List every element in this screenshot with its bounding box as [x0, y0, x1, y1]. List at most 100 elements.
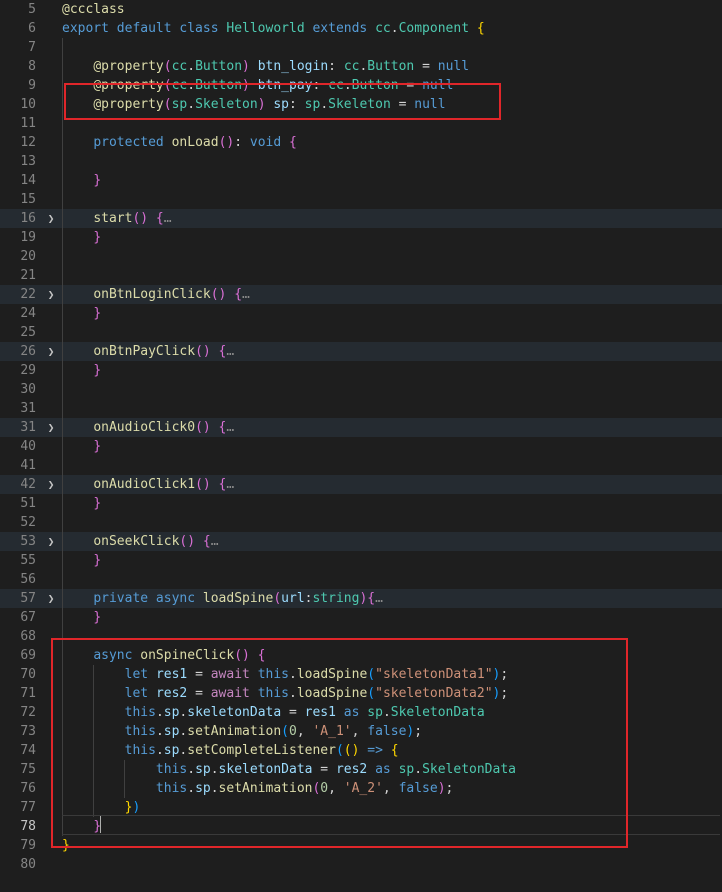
line-number: 80 [20, 857, 36, 872]
code-line[interactable]: 15 [0, 190, 722, 209]
code-token: onAudioClick0 [93, 420, 196, 435]
chevron-right-icon[interactable]: ❯ [44, 285, 58, 304]
code-text: } [62, 361, 101, 380]
code-line[interactable]: 8 @property(cc.Button) btn_login: cc.But… [0, 57, 722, 76]
line-number: 76 [20, 781, 36, 796]
code-token: btn_login [257, 59, 329, 74]
line-number: 6 [28, 21, 36, 36]
line-number: 31 [20, 420, 36, 435]
code-line[interactable]: 26 ❯ onBtnPayClick() {… [0, 342, 722, 361]
code-text: } [62, 494, 101, 513]
code-line[interactable]: 40 } [0, 437, 722, 456]
code-token: onBtnLoginClick [93, 287, 211, 302]
line-number: 25 [20, 325, 36, 340]
line-number: 31 [20, 401, 36, 416]
code-token: . [390, 21, 399, 36]
code-token: … [226, 477, 235, 492]
line-number: 22 [20, 287, 36, 302]
code-line[interactable]: 56 [0, 570, 722, 589]
code-token: ) [242, 59, 250, 74]
code-line[interactable]: 24 } [0, 304, 722, 323]
code-line[interactable]: 57 ❯ private async loadSpine(url:string){… [0, 589, 722, 608]
line-number: 73 [20, 724, 36, 739]
annotation-box-onspineclick [51, 638, 628, 848]
line-number: 12 [20, 135, 36, 150]
code-line[interactable]: 19 } [0, 228, 722, 247]
code-line[interactable]: 31 [0, 399, 722, 418]
code-line[interactable]: 41 [0, 456, 722, 475]
code-token: } [93, 610, 102, 625]
code-line[interactable]: 14 } [0, 171, 722, 190]
code-line[interactable]: 29 } [0, 361, 722, 380]
code-editor[interactable]: 5 @ccclass 6 export default class Helloworl… [0, 0, 722, 892]
code-line[interactable]: 6 export default class Helloworld extends… [0, 19, 722, 38]
chevron-right-icon[interactable]: ❯ [44, 532, 58, 551]
chevron-right-icon[interactable]: ❯ [44, 418, 58, 437]
code-line[interactable]: 16 ❯ start() {… [0, 209, 722, 228]
code-token: cc [375, 21, 391, 36]
code-line[interactable]: 55 } [0, 551, 722, 570]
code-line[interactable]: 52 [0, 513, 722, 532]
code-text: } [62, 437, 101, 456]
line-number: 20 [20, 249, 36, 264]
line-number: 14 [20, 173, 36, 188]
code-line[interactable]: 30 [0, 380, 722, 399]
code-token: export default class [62, 21, 227, 36]
code-token: … [163, 211, 172, 226]
code-token: onLoad [171, 135, 219, 150]
code-text: onBtnPayClick() {… [62, 342, 234, 361]
line-number: 55 [20, 553, 36, 568]
code-token: loadSpine [202, 591, 274, 606]
code-line[interactable]: 51 } [0, 494, 722, 513]
code-token: } [93, 496, 102, 511]
code-text: export default class Helloworld extends … [62, 19, 485, 38]
chevron-right-icon[interactable]: ❯ [44, 342, 58, 361]
code-text: } [62, 608, 101, 627]
code-token: onSeekClick [93, 534, 180, 549]
code-token: string [312, 591, 360, 606]
code-line[interactable]: 12 protected onLoad(): void { [0, 133, 722, 152]
code-line[interactable]: 13 [0, 152, 722, 171]
code-line[interactable]: 67 } [0, 608, 722, 627]
code-line[interactable]: 80 [0, 855, 722, 874]
code-line[interactable]: 7 [0, 38, 722, 57]
line-number: 57 [20, 591, 36, 606]
code-text: private async loadSpine(url:string){… [62, 589, 383, 608]
code-token: start [93, 211, 133, 226]
chevron-right-icon[interactable]: ❯ [44, 209, 58, 228]
code-line[interactable]: 42 ❯ onAudioClick1() {… [0, 475, 722, 494]
line-number: 53 [20, 534, 36, 549]
code-line[interactable]: 20 [0, 247, 722, 266]
code-line[interactable]: 25 [0, 323, 722, 342]
chevron-right-icon[interactable]: ❯ [44, 589, 58, 608]
chevron-right-icon[interactable]: ❯ [44, 475, 58, 494]
code-token: () { [195, 477, 227, 492]
code-line[interactable]: 22 ❯ onBtnLoginClick() {… [0, 285, 722, 304]
annotation-box-property [64, 83, 501, 120]
code-token: } [93, 230, 102, 245]
code-line[interactable]: 31 ❯ onAudioClick0() {… [0, 418, 722, 437]
line-number: 72 [20, 705, 36, 720]
code-token: … [242, 287, 250, 302]
code-token: } [93, 306, 102, 321]
code-token: ){ [359, 591, 376, 606]
line-number: 42 [20, 477, 36, 492]
code-token: () { [195, 420, 227, 435]
line-number: 9 [28, 78, 36, 93]
code-line[interactable]: 53 ❯ onSeekClick() {… [0, 532, 722, 551]
line-number: 16 [20, 211, 36, 226]
line-number: 8 [28, 59, 36, 74]
code-token: … [210, 534, 219, 549]
line-number: 29 [20, 363, 36, 378]
code-line[interactable]: 5 @ccclass [0, 0, 722, 19]
code-line[interactable]: 21 [0, 266, 722, 285]
